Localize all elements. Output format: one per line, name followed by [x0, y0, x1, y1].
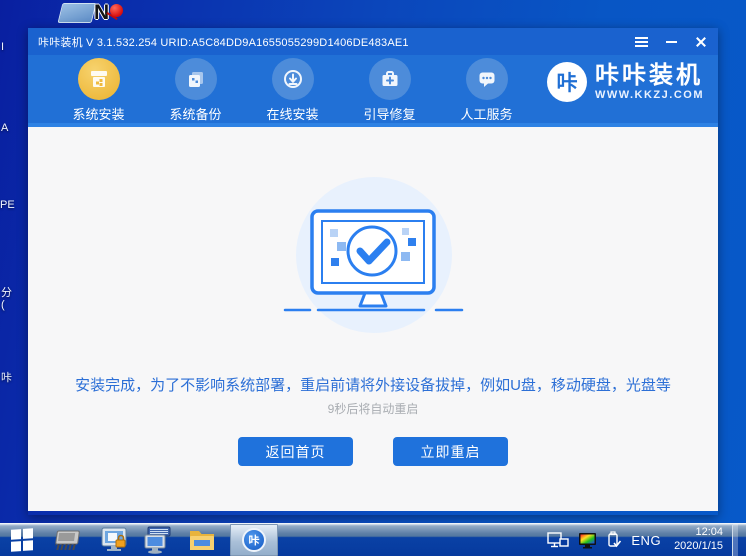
- taskbar-screenshot-tool-icon[interactable]: [92, 524, 136, 556]
- brand-logo: 咔 咔咔装机 WWW.KKZJ.COM: [547, 62, 704, 102]
- desktop-folder-icon[interactable]: [58, 3, 97, 23]
- install-box-icon: [78, 58, 120, 100]
- taskbar-remote-pc-icon[interactable]: [136, 524, 180, 556]
- nav-item-manual-service[interactable]: 人工服务: [438, 55, 535, 123]
- restart-now-button[interactable]: 立即重启: [393, 437, 508, 466]
- clock-time: 12:04: [674, 526, 723, 540]
- menu-icon[interactable]: [634, 35, 648, 49]
- show-desktop-button[interactable]: [732, 524, 738, 556]
- installer-window: 咔咔装机 V 3.1.532.254 URID:A5C84DD9A1655055…: [28, 28, 718, 515]
- tray-usb-eject-icon[interactable]: [606, 531, 622, 549]
- brand-badge-icon: 咔: [547, 62, 587, 102]
- desktop: N I A PE 分 ( 咔 咔咔装机 V 3.1.532.254 URID:A…: [0, 0, 746, 556]
- taskbar: 咔: [0, 523, 746, 556]
- close-icon[interactable]: [694, 35, 708, 49]
- nav-bar: 系统安装 系统备份: [28, 55, 718, 127]
- desktop-label-fragment: I: [1, 41, 4, 53]
- brand-site: WWW.KKZJ.COM: [595, 89, 704, 101]
- window-title: 咔咔装机 V 3.1.532.254 URID:A5C84DD9A1655055…: [38, 34, 409, 50]
- minimize-icon[interactable]: [664, 35, 678, 49]
- start-button[interactable]: [0, 524, 44, 556]
- taskbar-chip-tool-icon[interactable]: [48, 524, 92, 556]
- boot-repair-toolbox-icon: [369, 58, 411, 100]
- desktop-label-fragment: PE: [0, 199, 15, 211]
- nav-label: 引导修复: [363, 104, 415, 123]
- taskbar-clock[interactable]: 12:04 2020/1/15: [670, 526, 723, 554]
- desktop-label-fragment: (: [1, 299, 5, 311]
- kaka-app-icon: 咔: [242, 528, 266, 552]
- taskbar-file-explorer-icon[interactable]: [180, 524, 224, 556]
- nav-label: 人工服务: [460, 104, 512, 123]
- red-balloon-shape: [110, 4, 123, 17]
- brand-name: 咔咔装机: [595, 63, 704, 88]
- windows-logo-icon: [11, 528, 33, 552]
- online-download-icon: [272, 58, 314, 100]
- nav-item-online-install[interactable]: 在线安装: [244, 55, 341, 123]
- taskbar-kaka-app-button[interactable]: 咔: [230, 524, 278, 556]
- monitor-success-illustration: [274, 170, 474, 340]
- return-home-button[interactable]: 返回首页: [238, 437, 353, 466]
- desktop-label-fragment: A: [1, 122, 8, 134]
- clock-date: 2020/1/15: [674, 540, 723, 554]
- nav-label: 系统安装: [72, 104, 124, 123]
- desktop-label-fragment: 分: [1, 284, 12, 300]
- nav-item-system-install[interactable]: 系统安装: [50, 55, 147, 123]
- nav-label: 在线安装: [266, 104, 318, 123]
- install-complete-message: 安装完成，为了不影响系统部署，重启前请将外接设备拔掉，例如U盘，移动硬盘，光盘等: [28, 374, 718, 395]
- backup-copies-icon: [175, 58, 217, 100]
- nav-label: 系统备份: [169, 104, 221, 123]
- nav-item-system-backup[interactable]: 系统备份: [147, 55, 244, 123]
- desktop-n-shortcut-icon[interactable]: N: [94, 1, 130, 28]
- auto-restart-countdown: 9秒后将自动重启: [28, 400, 718, 417]
- language-indicator[interactable]: ENG: [631, 533, 661, 548]
- desktop-label-fragment: 咔: [1, 369, 12, 385]
- content-panel: 安装完成，为了不影响系统部署，重启前请将外接设备拔掉，例如U盘，移动硬盘，光盘等…: [28, 127, 718, 511]
- nav-item-boot-repair[interactable]: 引导修复: [341, 55, 438, 123]
- tray-network-icon[interactable]: [547, 532, 569, 549]
- customer-service-chat-icon: [466, 58, 508, 100]
- system-tray: ENG 12:04 2020/1/15: [547, 524, 746, 556]
- tray-display-color-icon[interactable]: [578, 532, 597, 549]
- titlebar[interactable]: 咔咔装机 V 3.1.532.254 URID:A5C84DD9A1655055…: [28, 28, 718, 55]
